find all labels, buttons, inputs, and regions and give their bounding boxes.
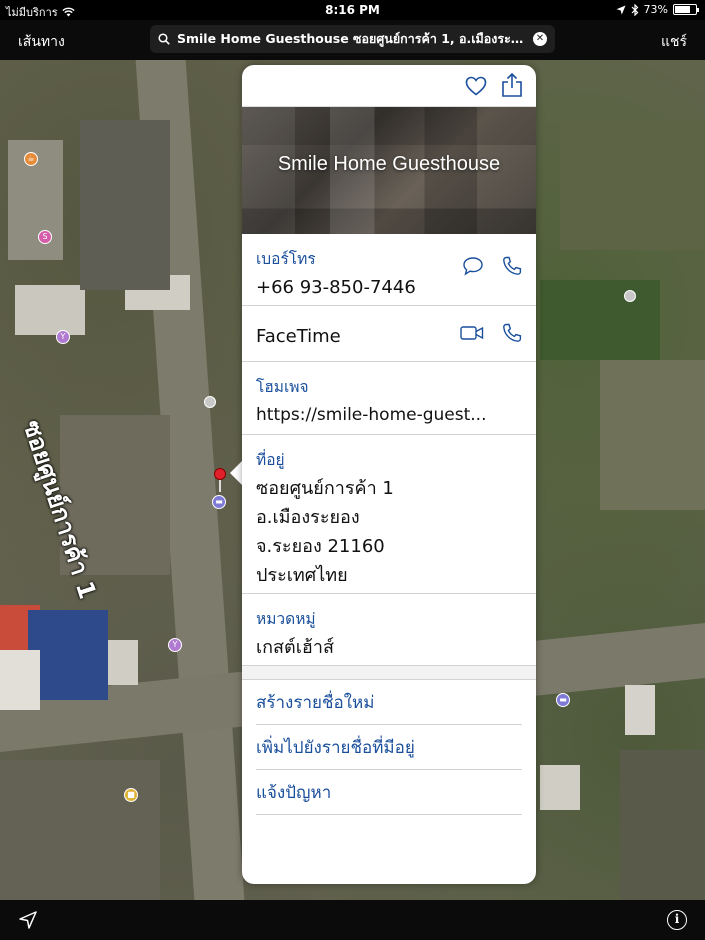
phone-actions xyxy=(462,256,522,276)
battery-icon xyxy=(673,4,699,15)
homepage-label: โฮมเพจ xyxy=(256,378,309,396)
clock: 8:16 PM xyxy=(325,3,380,17)
current-location-icon[interactable] xyxy=(18,910,38,930)
heart-icon[interactable] xyxy=(465,76,487,96)
address-line: จ.ระยอง 21160 xyxy=(256,536,385,557)
section-divider xyxy=(242,666,536,680)
address-line: อ.เมืองระยอง xyxy=(256,507,360,528)
homepage-url[interactable]: https://smile-home-guest... xyxy=(256,401,522,430)
shopping-poi-icon[interactable]: S xyxy=(38,230,52,244)
bar-poi-icon[interactable]: Y xyxy=(56,330,70,344)
map-building xyxy=(15,285,85,335)
share-icon[interactable] xyxy=(501,72,523,98)
location-pin-icon[interactable] xyxy=(214,468,226,480)
clear-search-button[interactable]: ✕ xyxy=(533,32,547,46)
location-arrow-icon xyxy=(616,5,626,14)
add-to-existing-list-button[interactable]: เพิ่มไปยังรายชื่อที่มีอยู่ xyxy=(256,725,522,770)
status-bar: ไม่มีบริการ 8:16 PM 73% xyxy=(0,0,705,20)
map-marker-dot-icon[interactable] xyxy=(624,290,636,302)
homepage-row[interactable]: โฮมเพจ https://smile-home-guest... xyxy=(242,362,536,435)
map-building xyxy=(625,685,655,735)
map-building xyxy=(28,610,108,700)
facetime-row[interactable]: FaceTime xyxy=(242,306,536,362)
directions-button[interactable]: เส้นทาง xyxy=(18,31,65,53)
category-row: หมวดหมู่ เกสต์เฮ้าส์ xyxy=(242,594,536,666)
battery-percent: 73% xyxy=(643,3,668,16)
hotel-poi-icon[interactable]: ▬ xyxy=(556,693,570,707)
map-building xyxy=(108,640,138,685)
bluetooth-icon xyxy=(631,3,638,16)
address-line: ประเทศไทย xyxy=(256,565,348,586)
message-icon[interactable] xyxy=(462,256,484,276)
nav-bar: เส้นทาง Smile Home Guesthouse ซอยศูนย์กา… xyxy=(0,20,705,60)
map-marker-dot-icon[interactable] xyxy=(204,396,216,408)
category-label: หมวดหมู่ xyxy=(256,610,316,628)
facetime-actions xyxy=(460,323,522,343)
search-icon xyxy=(158,33,170,45)
video-camera-icon[interactable] xyxy=(460,325,484,341)
info-icon[interactable]: i xyxy=(667,910,687,930)
bag-poi-icon[interactable]: ■ xyxy=(124,788,138,802)
map-building xyxy=(560,120,705,250)
hotel-poi-icon[interactable]: ▬ xyxy=(212,495,226,509)
location-pin-stem xyxy=(219,480,221,492)
audio-call-icon[interactable] xyxy=(502,323,522,343)
phone-row[interactable]: เบอร์โทร +66 93-850-7446 xyxy=(242,234,536,306)
create-new-list-button[interactable]: สร้างรายชื่อใหม่ xyxy=(256,680,522,725)
bar-poi-icon[interactable]: Y xyxy=(168,638,182,652)
map-building xyxy=(0,760,160,900)
map-building xyxy=(600,360,705,510)
search-query[interactable]: Smile Home Guesthouse ซอยศูนย์การค้า 1, … xyxy=(177,29,527,49)
map-building xyxy=(620,750,705,900)
phone-number[interactable]: +66 93-850-7446 xyxy=(256,273,522,302)
map-building xyxy=(540,280,660,360)
card-toolbar xyxy=(242,65,536,107)
search-bar[interactable]: Smile Home Guesthouse ซอยศูนย์การค้า 1, … xyxy=(150,25,555,53)
map-building xyxy=(540,765,580,810)
address-line: ซอยศูนย์การค้า 1 xyxy=(256,478,394,499)
share-button[interactable]: แชร์ xyxy=(661,31,687,53)
status-right: 73% xyxy=(616,3,699,16)
battery-fill xyxy=(675,6,690,13)
place-hero-image: Smile Home Guesthouse xyxy=(242,107,536,234)
map-building xyxy=(80,120,170,290)
category-value: เกสต์เฮ้าส์ xyxy=(256,637,334,658)
report-problem-button[interactable]: แจ้งปัญหา xyxy=(256,770,522,815)
phone-icon[interactable] xyxy=(502,256,522,276)
place-card: Smile Home Guesthouse เบอร์โทร +66 93-85… xyxy=(242,65,536,884)
address-row[interactable]: ที่อยู่ ซอยศูนย์การค้า 1 อ.เมืองระยอง จ.… xyxy=(242,435,536,594)
map-building xyxy=(0,650,40,710)
cafe-poi-icon[interactable]: ☕ xyxy=(24,152,38,166)
place-title: Smile Home Guesthouse xyxy=(277,153,501,175)
address-label: ที่อยู่ xyxy=(256,451,285,469)
bottom-toolbar: i xyxy=(0,900,705,940)
